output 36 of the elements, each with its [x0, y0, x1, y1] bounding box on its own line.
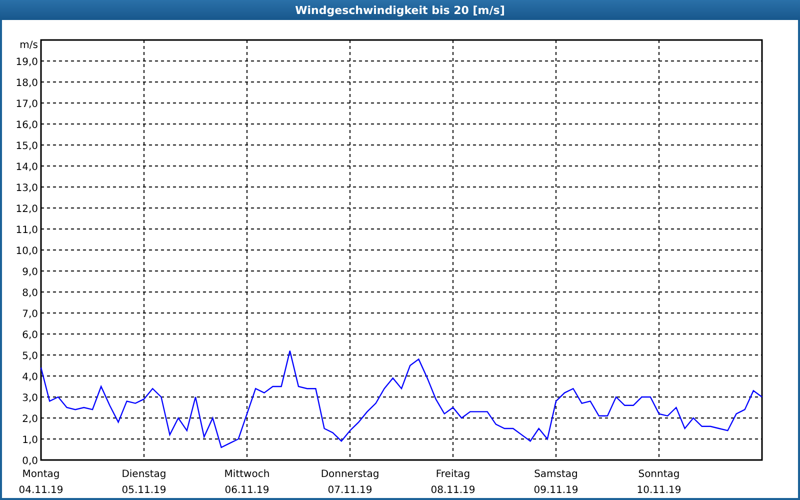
date-label: 06.11.19 — [224, 485, 270, 496]
day-label: Freitag — [436, 469, 470, 480]
y-tick-label: 1,0 — [22, 435, 38, 446]
y-tick-label: 3,0 — [22, 393, 38, 404]
date-label: 10.11.19 — [636, 485, 682, 496]
date-label: 09.11.19 — [534, 485, 578, 496]
y-tick-label: 5,0 — [22, 351, 38, 362]
y-tick-label: 2,0 — [22, 414, 38, 425]
day-label: Dienstag — [122, 469, 166, 480]
unit-label: m/s — [20, 40, 38, 51]
y-tick-label: 0,0 — [22, 456, 38, 467]
y-tick-label: 9,0 — [22, 267, 38, 278]
date-label: 08.11.19 — [430, 485, 476, 496]
y-tick-label: 14,0 — [16, 162, 38, 173]
y-tick-label: 6,0 — [22, 330, 38, 341]
day-label: Montag — [22, 469, 60, 480]
y-tick-label: 7,0 — [22, 309, 38, 320]
date-label: 05.11.19 — [122, 485, 166, 496]
y-tick-label: 15,0 — [16, 141, 38, 152]
y-tick-label: 12,0 — [16, 204, 38, 215]
window-title: Windgeschwindigkeit bis 20 [m/s] — [295, 4, 505, 16]
date-label: 07.11.19 — [328, 485, 372, 496]
day-label: Sonntag — [638, 469, 680, 480]
y-tick-label: 13,0 — [16, 183, 38, 194]
y-tick-label: 10,0 — [16, 246, 38, 257]
day-label: Mittwoch — [224, 469, 270, 480]
y-tick-label: 4,0 — [22, 372, 38, 383]
day-label: Samstag — [534, 469, 578, 480]
date-label: 04.11.19 — [18, 485, 64, 496]
y-tick-label: 18,0 — [16, 78, 38, 89]
y-tick-label: 19,0 — [16, 57, 38, 68]
day-label: Donnerstag — [320, 469, 380, 480]
y-tick-label: 8,0 — [22, 288, 38, 299]
y-tick-label: 11,0 — [16, 225, 38, 236]
y-tick-label: 17,0 — [16, 99, 38, 110]
y-tick-label: 16,0 — [16, 120, 38, 131]
